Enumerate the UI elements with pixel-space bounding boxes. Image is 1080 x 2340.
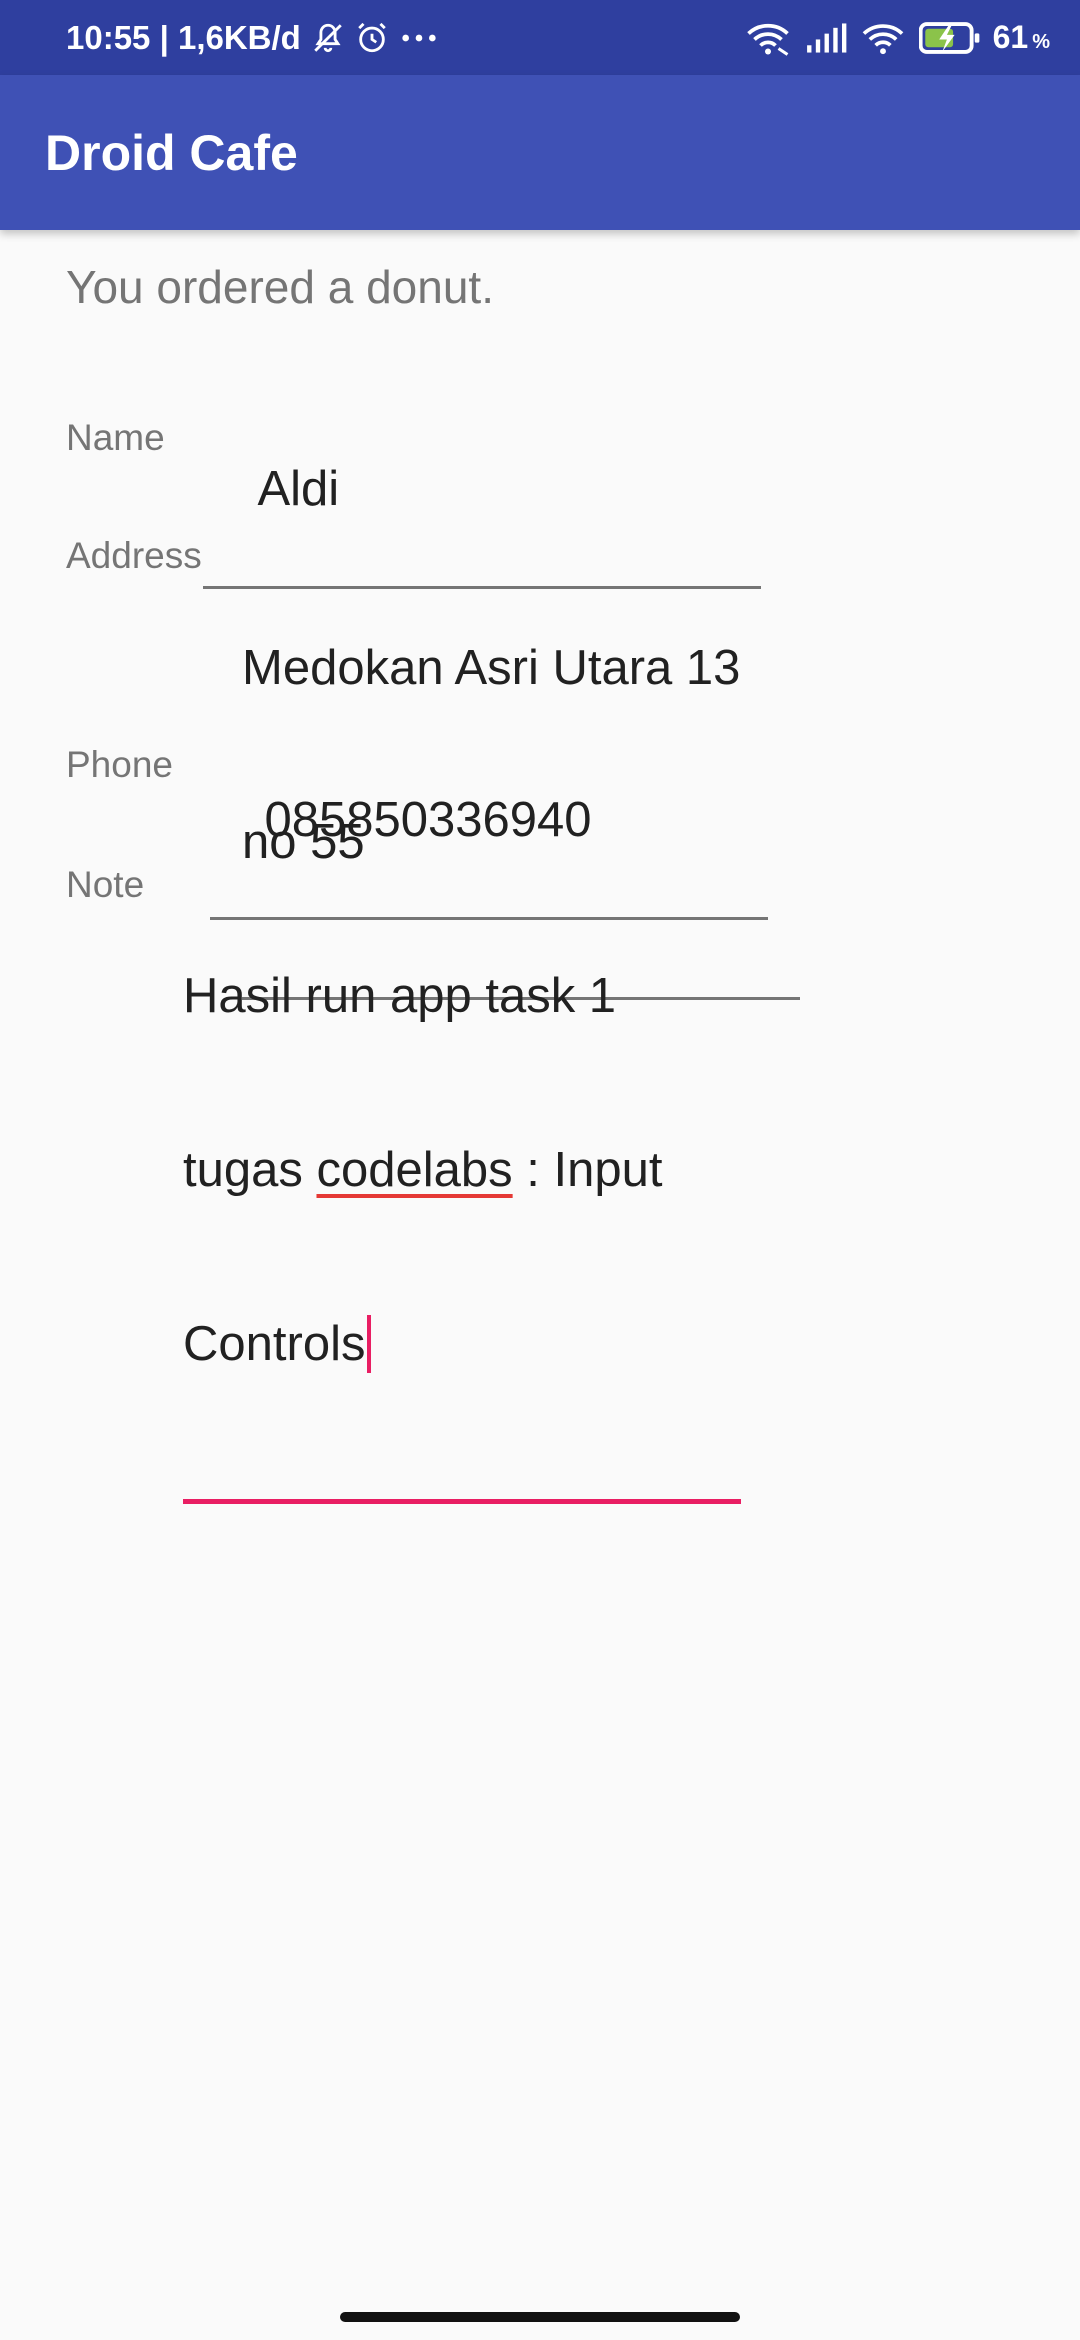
app-bar: Droid Cafe <box>0 75 1080 230</box>
app-title: Droid Cafe <box>45 125 298 181</box>
wifi-icon <box>861 20 905 56</box>
home-gesture-handle[interactable] <box>340 2312 740 2322</box>
name-label: Name <box>66 417 165 458</box>
note-label: Note <box>66 864 145 905</box>
note-line-2: tugas codelabs : Input <box>183 1143 663 1197</box>
signal-icon <box>805 22 847 54</box>
name-value: Aldi <box>257 462 340 516</box>
note-line-1: Hasil run app task 1 <box>183 969 617 1023</box>
status-bar: 10:55 | 1,6KB/d 61 % <box>0 0 1080 75</box>
battery-charging-icon <box>918 21 981 55</box>
mute-alarm-icon <box>311 21 345 55</box>
address-label: Address <box>66 535 202 576</box>
note-line-3: Controls <box>183 1315 741 1373</box>
screen: 10:55 | 1,6KB/d 61 % Droid Cafe You orde… <box>0 0 1080 2340</box>
alarm-icon <box>355 21 389 55</box>
more-dots-icon <box>399 21 439 55</box>
order-message: You ordered a donut. <box>66 261 494 313</box>
note-field[interactable]: Hasil run app task 1 tugas codelabs : In… <box>183 851 741 1504</box>
misspelled-word: codelabs <box>316 1143 513 1197</box>
status-time: 10:55 | 1,6KB/d <box>66 18 301 56</box>
status-left: 10:55 | 1,6KB/d <box>66 0 439 75</box>
battery-percent: 61% <box>992 19 1050 55</box>
status-right: 61% <box>731 0 1050 75</box>
wifi-assist-icon <box>745 20 791 56</box>
phone-label: Phone <box>66 744 173 785</box>
phone-value: 085850336940 <box>264 793 592 847</box>
address-line-1: Medokan Asri Utara 13 <box>242 641 741 695</box>
text-cursor <box>367 1315 372 1373</box>
